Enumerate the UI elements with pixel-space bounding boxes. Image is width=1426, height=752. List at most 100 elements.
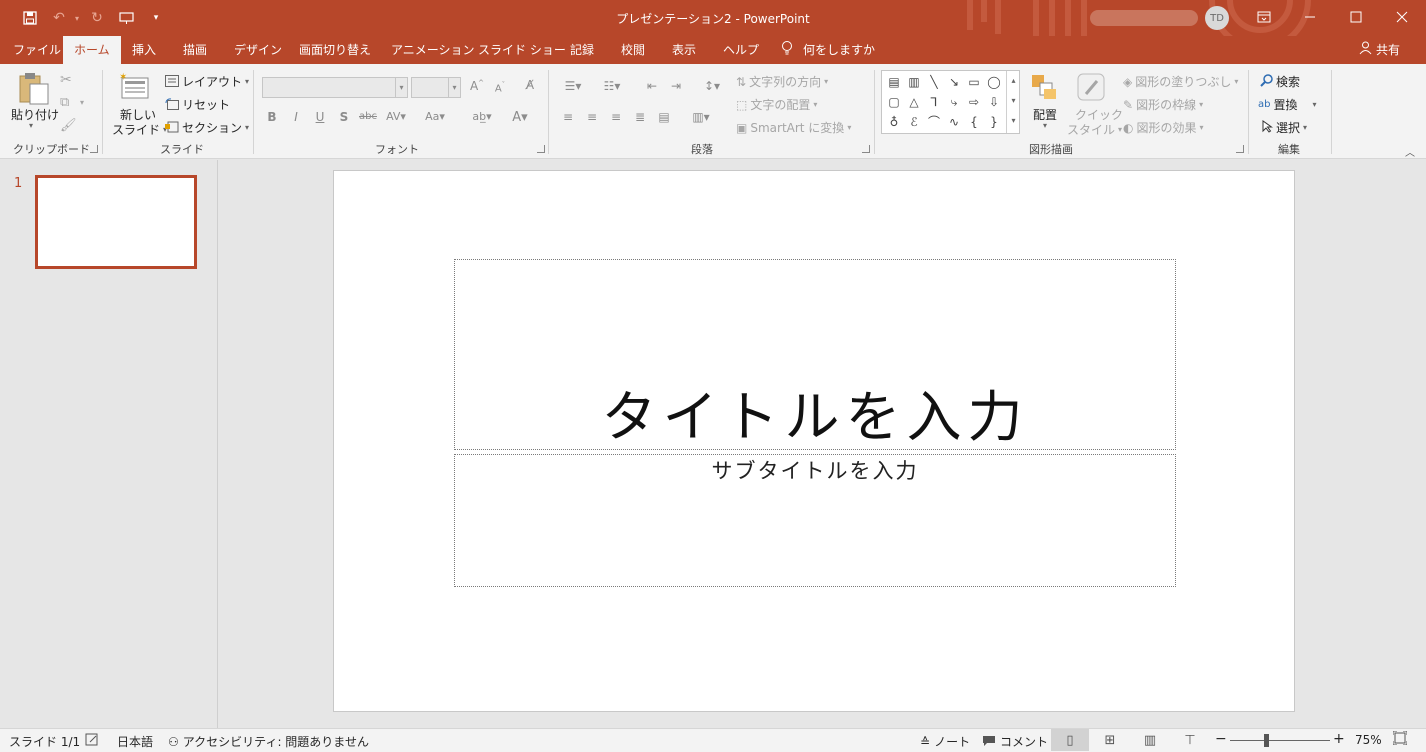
zoom-level[interactable]: 75% [1355,733,1382,747]
select-button[interactable]: 選択 ▾ [1262,119,1307,136]
decrease-indent-icon[interactable]: ⇤ [642,79,662,93]
maximize-icon[interactable] [1333,0,1379,34]
align-center-icon[interactable]: ≡ [582,110,602,124]
notes-button[interactable]: ≙ ノート [920,733,970,750]
highlight-icon[interactable]: ab̲▾ [467,110,497,123]
font-launcher-icon[interactable] [537,145,545,153]
shapes-gallery[interactable]: ▤ ▥ ╲ ↘ ▭ ◯ ▢ △ ⅂ ⤷ ⇨ ⇩ ♁ ℰ ⌒ ∿ { } ▴ ▾ ▾ [881,70,1020,134]
right-arrow-shape-icon[interactable]: ⇨ [964,93,984,111]
arc-shape-icon[interactable]: ⌒ [924,113,944,131]
shape-effects-button[interactable]: ◐ 図形の効果 ▾ [1123,119,1204,136]
tab-record[interactable]: 記録 [559,36,605,64]
font-name-combo[interactable]: ▾ [262,77,408,98]
bold-icon[interactable]: B [262,110,282,124]
font-size-combo[interactable]: ▾ [411,77,461,98]
triangle-shape-icon[interactable]: △ [904,93,924,111]
collapse-ribbon-icon[interactable]: ︿ [1405,144,1415,159]
minimize-icon[interactable] [1287,0,1333,34]
italic-icon[interactable]: I [286,110,306,124]
ribbon-display-options-icon[interactable] [1241,0,1287,34]
tab-help[interactable]: ヘルプ [712,36,770,64]
align-right-icon[interactable]: ≡ [606,110,626,124]
quick-style-icon[interactable] [1077,73,1107,103]
layout-button[interactable]: レイアウト ▾ [165,73,249,90]
zoom-slider[interactable] [1230,740,1330,741]
columns-icon[interactable]: ▥▾ [686,110,716,124]
shadow-icon[interactable]: S [334,110,354,124]
align-text-button[interactable]: ⬚ 文字の配置 ▾ [736,96,817,113]
bullets-icon[interactable]: ☰▾ [558,79,588,93]
tab-review[interactable]: 校閲 [610,36,656,64]
curve-shape-icon[interactable]: ∿ [944,113,964,131]
cut-icon[interactable]: ✂ [60,72,72,88]
chevron-down-icon[interactable]: ▾ [395,78,407,97]
paste-dropdown-icon[interactable]: ▾ [29,121,33,130]
tab-file[interactable]: ファイル [2,36,72,64]
vertical-textbox-shape-icon[interactable]: ▥ [904,73,924,91]
share-button[interactable]: 共有 [1348,36,1411,64]
language-indicator[interactable]: 日本語 [117,733,153,750]
accessibility-status[interactable]: ⚇ アクセシビリティ: 問題ありません [168,733,369,750]
textbox-shape-icon[interactable]: ▤ [884,73,904,91]
rounded-rectangle-shape-icon[interactable]: ▢ [884,93,904,111]
text-direction-button[interactable]: ⇅ 文字列の方向 ▾ [736,73,828,90]
paste-icon[interactable] [18,72,50,106]
arrange-icon[interactable] [1030,73,1058,101]
paste-label[interactable]: 貼り付け [11,106,59,123]
scribble-shape-icon[interactable]: ℰ [904,113,924,131]
tab-insert[interactable]: 挿入 [121,36,167,64]
oval-shape-icon[interactable]: ◯ [984,73,1004,91]
new-slide-button[interactable]: スライド ▾ [112,121,167,138]
fit-slide-icon[interactable] [1393,731,1407,745]
character-spacing-icon[interactable]: AV▾ [386,110,406,123]
tab-transitions[interactable]: 画面切り替え [288,36,382,64]
tab-home[interactable]: ホーム [63,36,121,64]
shape-outline-button[interactable]: ✎ 図形の枠線 ▾ [1123,96,1203,113]
clipboard-launcher-icon[interactable] [90,145,98,153]
change-case-icon[interactable]: Aa▾ [420,110,450,123]
format-painter-icon[interactable]: 🖌 [60,118,77,133]
shape-fill-button[interactable]: ◈ 図形の塗りつぶし ▾ [1123,73,1238,90]
down-arrow-shape-icon[interactable]: ⇩ [984,93,1004,111]
title-placeholder-text[interactable]: タイトルを入力 [454,372,1176,452]
avatar[interactable]: TD [1205,6,1229,30]
zoom-slider-thumb[interactable] [1264,734,1269,747]
line-shape-icon[interactable]: ╲ [924,73,944,91]
elbow-arrow-shape-icon[interactable]: ⤷ [944,93,964,111]
copy-dropdown-icon[interactable]: ▾ [80,98,84,107]
align-left-icon[interactable]: ≡ [558,110,578,124]
close-icon[interactable] [1379,0,1425,34]
slideshow-view-icon[interactable]: ⊤ [1171,729,1209,751]
tab-view[interactable]: 表示 [661,36,707,64]
quick-style-button[interactable]: スタイル ▾ [1067,121,1122,138]
justify-icon[interactable]: ≣ [630,110,650,124]
right-brace-shape-icon[interactable]: } [984,113,1004,131]
arrow-line-shape-icon[interactable]: ↘ [944,73,964,91]
increase-indent-icon[interactable]: ⇥ [666,79,686,93]
reading-view-icon[interactable]: ▥ [1131,729,1169,751]
slide-thumbnail[interactable] [35,175,197,269]
tell-me-box[interactable]: 何をしますか [770,36,886,64]
comments-button[interactable]: コメント [982,733,1048,750]
decrease-font-icon[interactable]: Aˇ [490,81,510,94]
tab-design[interactable]: デザイン [223,36,293,64]
rectangle-shape-icon[interactable]: ▭ [964,73,984,91]
new-slide-icon[interactable]: ✶ [119,72,151,100]
numbering-icon[interactable]: ☷▾ [597,79,627,93]
chevron-down-icon[interactable]: ▾ [448,78,460,97]
notes-edit-icon[interactable] [85,733,99,746]
freeform-shape-icon[interactable]: ♁ [884,113,904,131]
slide-sorter-icon[interactable]: ⊞ [1091,729,1129,751]
drawing-launcher-icon[interactable] [1236,145,1244,153]
reset-button[interactable]: リセット [165,96,230,113]
distributed-icon[interactable]: ▤ [654,110,674,124]
line-spacing-icon[interactable]: ↕▾ [697,79,727,93]
arrange-dropdown-icon[interactable]: ▾ [1043,121,1047,130]
strikethrough-icon[interactable]: abc [358,111,378,122]
replace-button[interactable]: ab 置換 ▾ [1258,96,1317,113]
zoom-in-icon[interactable]: + [1333,731,1345,747]
smartart-button[interactable]: ▣ SmartArt に変換 ▾ [736,119,851,136]
tab-draw[interactable]: 描画 [172,36,218,64]
elbow-connector-shape-icon[interactable]: ⅂ [924,93,944,111]
section-button[interactable]: セクション ▾ [165,119,249,136]
